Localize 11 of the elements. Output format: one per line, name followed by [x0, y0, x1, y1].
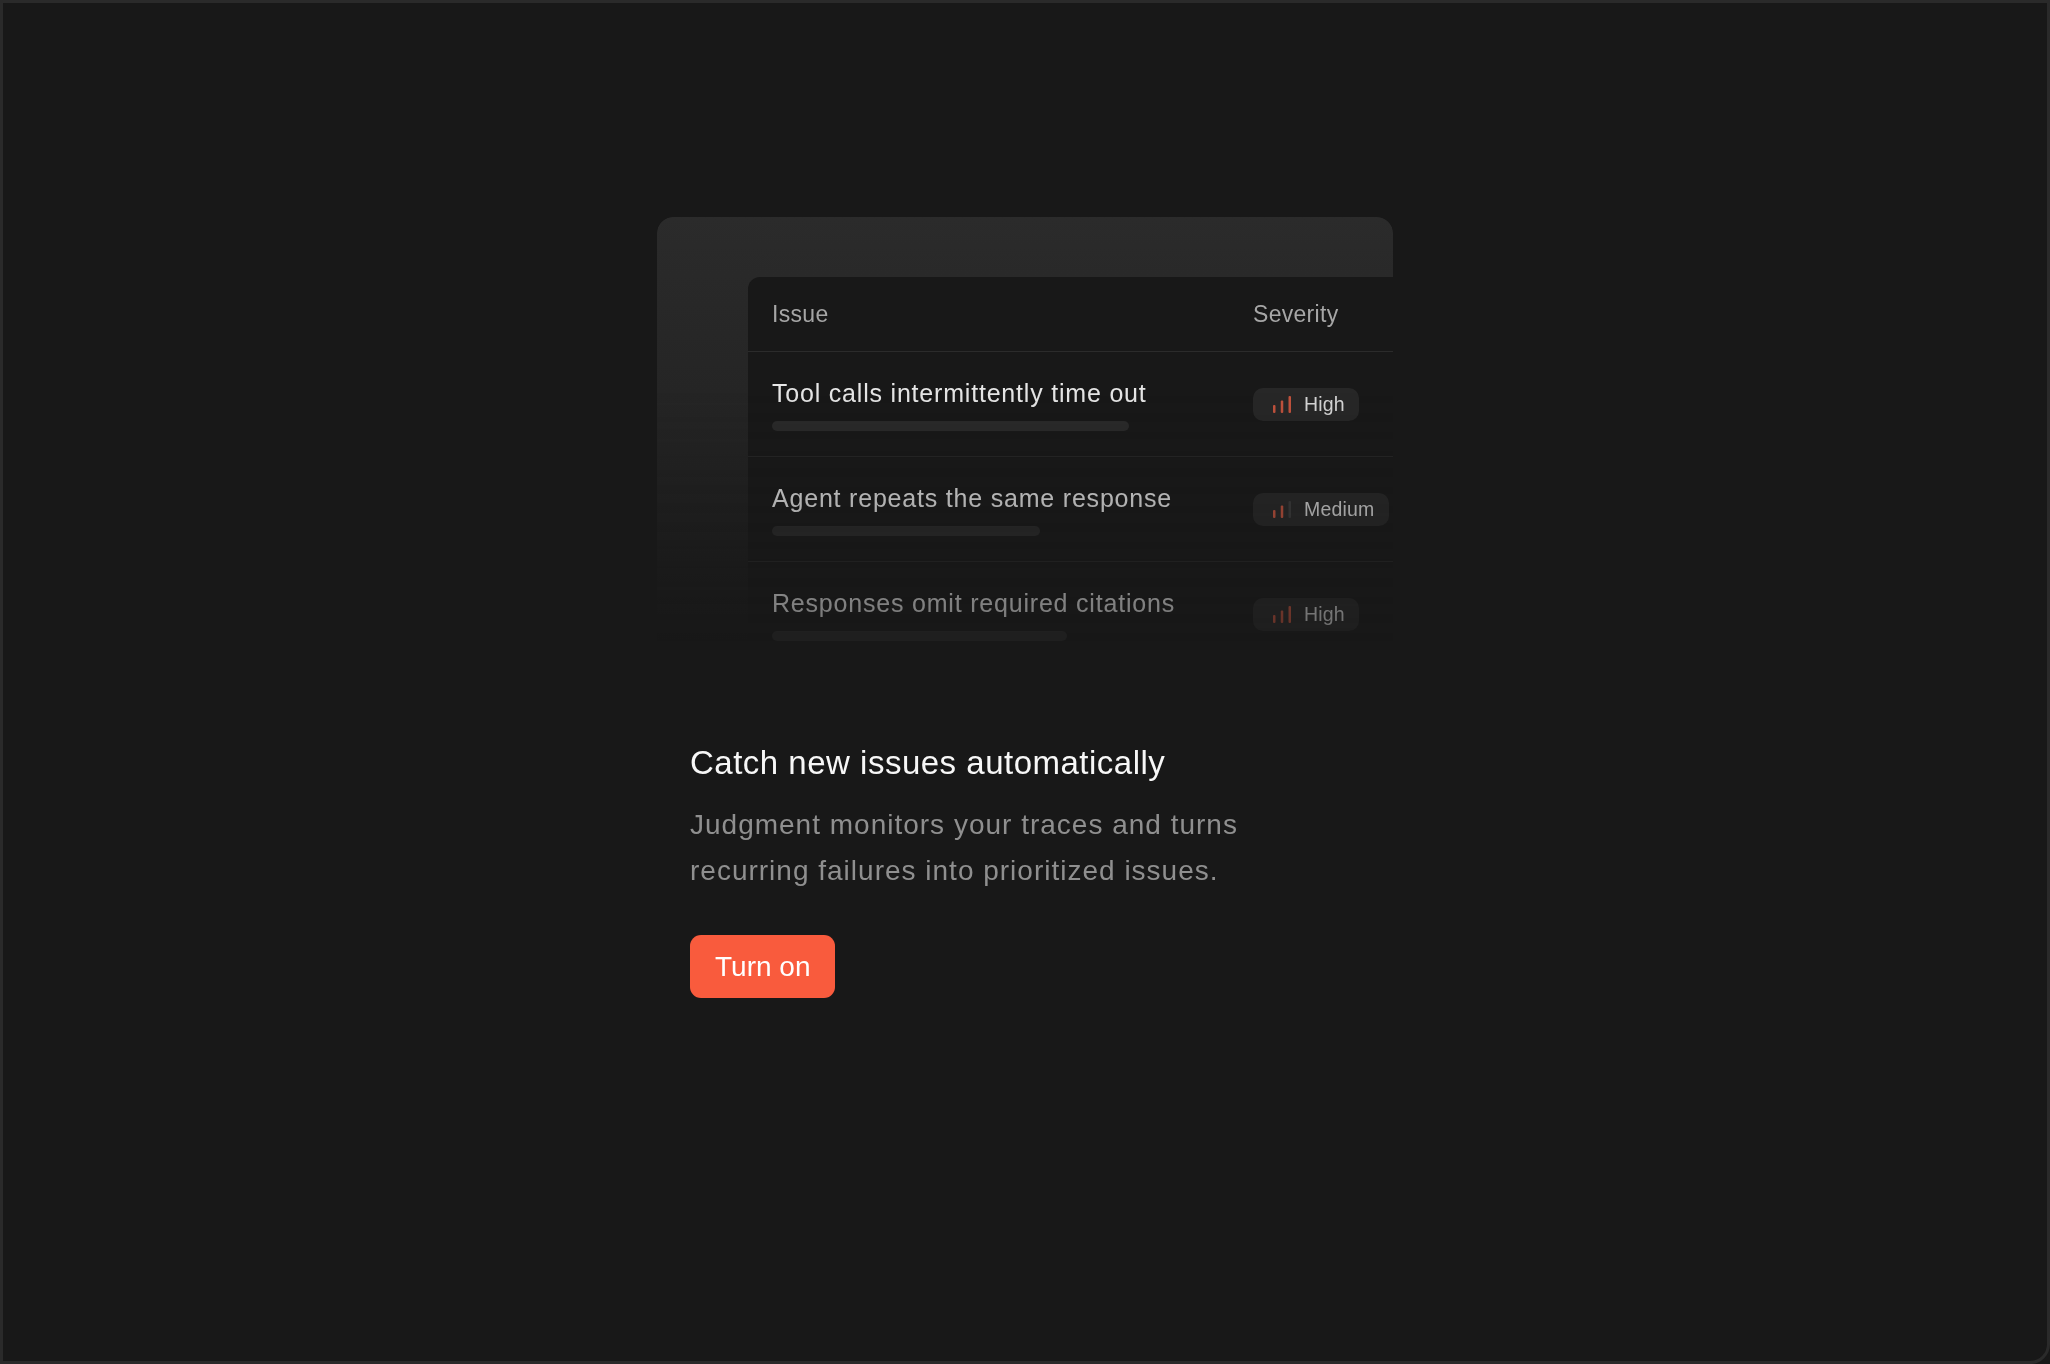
severity-label: High	[1304, 392, 1345, 416]
issue-title: Responses omit required citations	[772, 588, 1175, 619]
description-text: Judgment monitors your traces and turns recurring failures into prioritized issues.	[690, 808, 1239, 888]
heading-text: Catch new issues automatically	[690, 743, 1167, 783]
severity-label: High	[1304, 602, 1345, 626]
column-header: Issue	[772, 300, 830, 328]
severity-label: Medium	[1304, 497, 1375, 521]
issue-title: Agent repeats the same response	[772, 483, 1173, 514]
issue-title: Tool calls intermittently time out	[772, 378, 1147, 409]
turn-on-button[interactable]: Turn on	[690, 935, 836, 998]
column-header: Severity	[1253, 300, 1339, 328]
